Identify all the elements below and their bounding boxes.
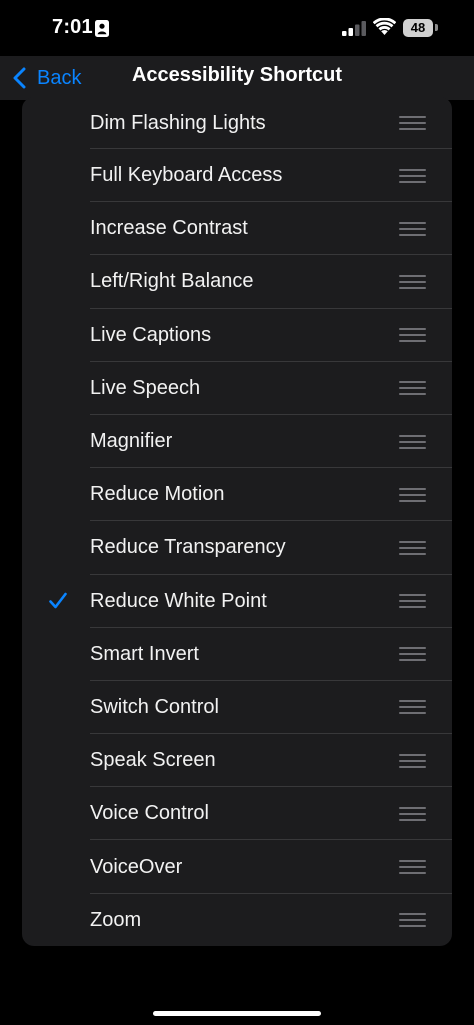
list-item-label: Switch Control [90, 695, 219, 718]
list-item-voice-control[interactable]: Voice Control [22, 787, 452, 841]
list-item-label: VoiceOver [90, 855, 183, 878]
check-slot [48, 751, 68, 771]
cellular-signal-icon [342, 21, 366, 36]
list-item-label: Reduce Motion [90, 483, 225, 506]
list-item-label: Live Captions [90, 323, 212, 346]
check-slot [48, 378, 68, 398]
reorder-handle-icon[interactable] [399, 116, 426, 130]
check-slot [48, 538, 68, 558]
page-title: Accessibility Shortcut [131, 64, 343, 86]
list-item-live-speech[interactable]: Live Speech [22, 362, 452, 415]
list-item-label: Live Speech [90, 376, 201, 399]
list-item-smart-invert[interactable]: Smart Invert [22, 628, 452, 681]
status-bar: 7:01 48 [0, 0, 474, 56]
check-slot [48, 113, 68, 133]
list-item-label: Smart Invert [90, 642, 199, 665]
screen: 7:01 48 Back Accessibility Shortcut Dim … [0, 0, 474, 1025]
battery-cap [435, 24, 438, 31]
list-item-label: Voice Control [90, 802, 209, 825]
reorder-handle-icon[interactable] [399, 913, 426, 928]
list-item-voiceover[interactable]: VoiceOver [22, 840, 452, 894]
reorder-handle-icon[interactable] [399, 806, 426, 821]
focus-id-icon [95, 20, 109, 37]
check-slot [48, 591, 68, 611]
check-slot [48, 166, 68, 186]
battery-icon: 48 [403, 19, 433, 37]
reorder-handle-icon[interactable] [399, 540, 426, 555]
list-item-reduce-white-point[interactable]: Reduce White Point [22, 575, 452, 628]
list-item-label: Zoom [90, 908, 142, 931]
check-slot [48, 219, 68, 239]
list-item-left-right-balance[interactable]: Left/Right Balance [22, 255, 452, 309]
check-slot [48, 910, 68, 930]
list-item-label: Magnifier [90, 430, 173, 453]
reorder-handle-icon[interactable] [399, 647, 426, 662]
check-slot [48, 857, 68, 877]
wifi-icon [373, 18, 396, 35]
list-item-speak-screen[interactable]: Speak Screen [22, 734, 452, 788]
list-item-label: Speak Screen [90, 749, 216, 772]
check-slot [48, 697, 68, 717]
reorder-handle-icon[interactable] [399, 487, 426, 502]
list-item-label: Reduce White Point [90, 589, 267, 612]
home-indicator[interactable] [153, 1011, 321, 1016]
list-item-label: Left/Right Balance [90, 270, 254, 293]
reorder-handle-icon[interactable] [399, 221, 426, 236]
check-slot [48, 804, 68, 824]
list-item-increase-contrast[interactable]: Increase Contrast [22, 202, 452, 256]
list-item-switch-control[interactable]: Switch Control [22, 681, 452, 735]
check-slot [48, 272, 68, 292]
checkmark-icon [49, 592, 67, 609]
check-slot [48, 644, 68, 664]
check-slot [48, 325, 68, 345]
reorder-handle-icon[interactable] [399, 753, 426, 768]
reorder-handle-icon[interactable] [399, 594, 426, 609]
list-item-reduce-motion[interactable]: Reduce Motion [22, 468, 452, 522]
shortcut-list: Dim Flashing Lights Full Keyboard Access… [22, 97, 452, 946]
list-item-live-captions[interactable]: Live Captions [22, 309, 452, 362]
reorder-handle-icon[interactable] [399, 700, 426, 715]
reorder-handle-icon[interactable] [399, 274, 426, 289]
reorder-handle-icon[interactable] [399, 860, 426, 875]
reorder-handle-icon[interactable] [399, 434, 426, 449]
list-item-magnifier[interactable]: Magnifier [22, 415, 452, 469]
list-item-label: Reduce Transparency [90, 536, 286, 559]
status-time: 7:01 [52, 16, 93, 38]
navigation-bar: Back Accessibility Shortcut [0, 56, 474, 100]
check-slot [48, 485, 68, 505]
list-item-label: Full Keyboard Access [90, 164, 283, 187]
reorder-handle-icon[interactable] [399, 381, 426, 396]
list-item-full-keyboard-access[interactable]: Full Keyboard Access [22, 149, 452, 203]
check-slot [48, 432, 68, 452]
list-item-zoom[interactable]: Zoom [22, 894, 452, 946]
list-item-dim-flashing-lights[interactable]: Dim Flashing Lights [22, 97, 452, 149]
list-item-label: Increase Contrast [90, 217, 248, 240]
reorder-handle-icon[interactable] [399, 168, 426, 183]
list-item-reduce-transparency[interactable]: Reduce Transparency [22, 521, 452, 575]
reorder-handle-icon[interactable] [399, 328, 426, 343]
list-item-label: Dim Flashing Lights [90, 111, 266, 134]
